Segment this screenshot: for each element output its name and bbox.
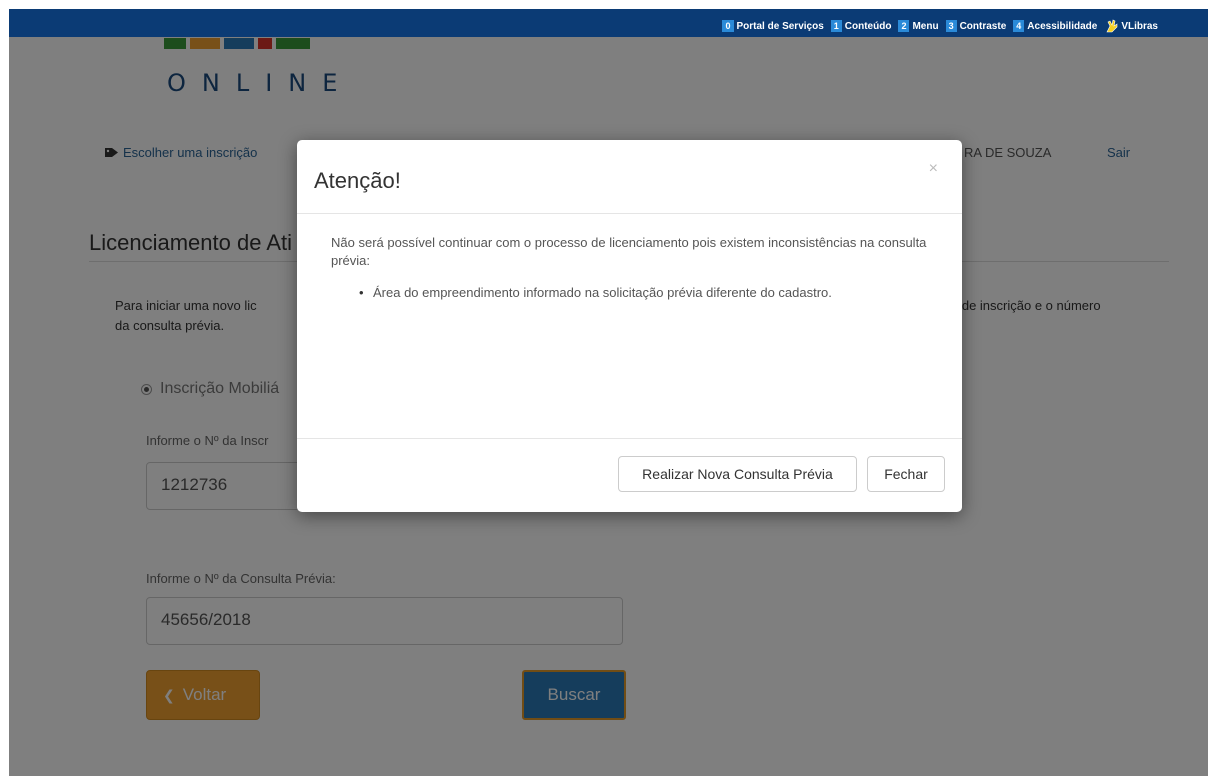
access-key-badge: 3 xyxy=(945,20,957,32)
acessibilidade-label: Acessibilidade xyxy=(1027,20,1098,32)
menu-link[interactable]: 2 Menu xyxy=(898,20,939,32)
contraste-label: Contraste xyxy=(959,20,1007,32)
accessibility-bar: 0 Portal de Serviços 1 Conteúdo 2 Menu 3… xyxy=(9,9,1208,37)
access-key-badge: 0 xyxy=(722,20,734,32)
menu-label: Menu xyxy=(912,20,939,32)
close-icon[interactable]: × xyxy=(929,160,938,178)
modal-header: Atenção! × xyxy=(297,140,962,214)
issue-item: Área do empreendimento informado na soli… xyxy=(359,284,931,302)
access-key-badge: 2 xyxy=(898,20,910,32)
portal-servicos-link[interactable]: 0 Portal de Serviços xyxy=(722,20,824,32)
new-consultation-button[interactable]: Realizar Nova Consulta Prévia xyxy=(618,456,857,492)
vlibras-label: VLibras xyxy=(1121,20,1158,32)
vlibras-link[interactable]: VLibras xyxy=(1104,19,1158,33)
portal-servicos-label: Portal de Serviços xyxy=(736,20,824,32)
hand-icon xyxy=(1106,19,1118,33)
conteudo-link[interactable]: 1 Conteúdo xyxy=(830,20,892,32)
contraste-link[interactable]: 3 Contraste xyxy=(945,20,1007,32)
modal-title: Atenção! xyxy=(314,168,401,193)
modal-body: Não será possível continuar com o proces… xyxy=(331,234,931,302)
acessibilidade-link[interactable]: 4 Acessibilidade xyxy=(1013,20,1097,32)
access-key-badge: 4 xyxy=(1013,20,1025,32)
alert-modal: Atenção! × Não será possível continuar c… xyxy=(297,140,962,512)
accessibility-links: 0 Portal de Serviços 1 Conteúdo 2 Menu 3… xyxy=(722,19,1158,33)
issue-list: Área do empreendimento informado na soli… xyxy=(331,284,931,302)
modal-footer: Realizar Nova Consulta Prévia Fechar xyxy=(297,438,962,512)
modal-message: Não será possível continuar com o proces… xyxy=(331,235,927,268)
access-key-badge: 1 xyxy=(830,20,842,32)
conteudo-label: Conteúdo xyxy=(844,20,892,32)
close-button[interactable]: Fechar xyxy=(867,456,945,492)
